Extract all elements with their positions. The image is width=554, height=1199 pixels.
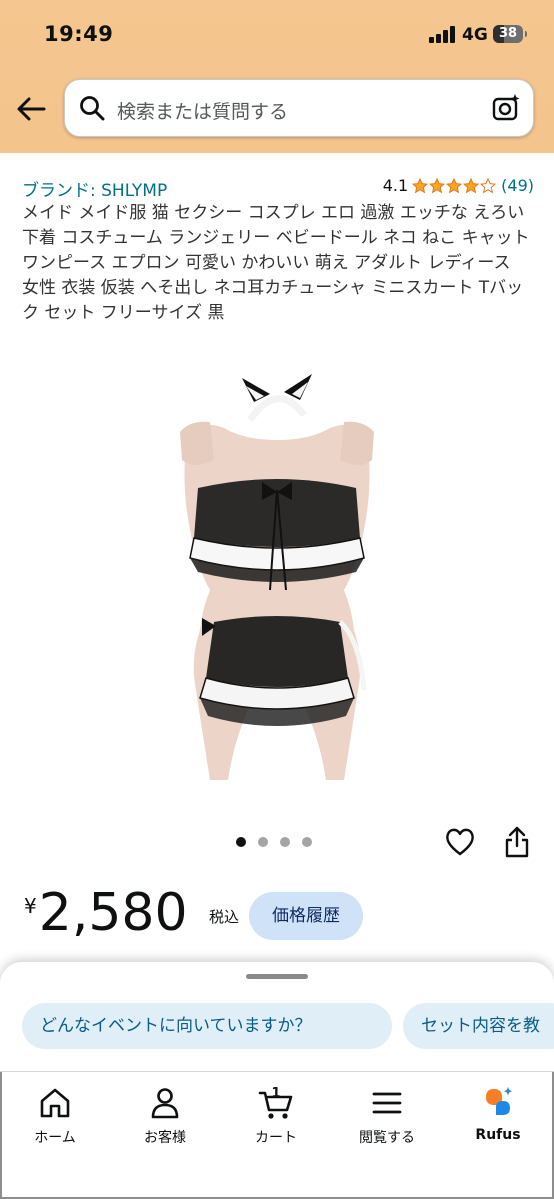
search-bar[interactable]: 検索または質問する [64, 79, 534, 137]
image-carousel-dots[interactable] [236, 837, 324, 847]
network-type: 4G [462, 25, 488, 45]
account-icon [151, 1088, 179, 1119]
menu-icon [372, 1092, 402, 1114]
star-icon [480, 177, 497, 193]
tab-rufus[interactable]: Rufus [443, 1085, 553, 1159]
tab-label: カート [255, 1130, 297, 1146]
carousel-dot[interactable] [258, 837, 268, 847]
bottom-tab-bar: ホーム お客様 1 カート 閲覧する Rufus [0, 1071, 554, 1199]
battery-icon: 38 [493, 25, 523, 43]
price-value: 2,580 [38, 883, 188, 943]
star-icon [446, 177, 463, 193]
tab-cart[interactable]: 1 カート [221, 1085, 331, 1159]
star-icon [412, 177, 429, 193]
carousel-dot[interactable] [302, 837, 312, 847]
tab-label: お客様 [144, 1130, 186, 1146]
rufus-icon [486, 1087, 512, 1115]
app-header: 19:49 4G 38 検索または質問する [0, 0, 554, 153]
product-title: メイド メイド服 猫 セクシー コスプレ エロ 過激 エッチな えろい 下着 コ… [22, 203, 530, 323]
carousel-dot[interactable] [236, 837, 246, 847]
back-arrow-icon [17, 97, 46, 121]
camera-search-icon[interactable] [491, 93, 521, 123]
tab-browse[interactable]: 閲覧する [332, 1085, 442, 1159]
tab-account[interactable]: お客様 [110, 1085, 220, 1159]
heart-icon[interactable] [444, 827, 476, 857]
cell-signal-icon [429, 26, 455, 43]
back-button[interactable] [14, 92, 48, 126]
brand-link[interactable]: ブランド: SHLYMP [22, 176, 167, 201]
price: ¥ 2,580 [24, 880, 188, 946]
star-icon [429, 177, 446, 193]
share-icon[interactable] [503, 826, 531, 858]
rufus-suggestion-chip[interactable]: セット内容を教 [403, 1003, 554, 1049]
battery-cap [525, 31, 527, 37]
search-icon[interactable] [79, 95, 105, 121]
search-input[interactable]: 検索または質問する [117, 97, 288, 124]
tab-label: 閲覧する [359, 1130, 415, 1146]
rufus-suggestion-chip[interactable]: どんなイベントに向いていますか？ [22, 1003, 392, 1049]
tab-label: Rufus [475, 1127, 521, 1143]
status-time: 19:49 [44, 22, 114, 46]
tax-included-label: 税込 [209, 908, 240, 926]
price-currency-symbol: ¥ [24, 894, 37, 918]
cart-count-badge: 1 [271, 1086, 281, 1101]
rating-stars [412, 177, 497, 194]
carousel-dot[interactable] [280, 837, 290, 847]
star-icon [463, 177, 480, 193]
rating-summary[interactable]: 4.1 (49) [383, 176, 534, 195]
rating-value: 4.1 [382, 176, 409, 195]
battery-level: 38 [498, 26, 518, 41]
tab-label: ホーム [34, 1130, 76, 1146]
home-icon [40, 1088, 70, 1118]
sheet-drag-handle[interactable] [246, 974, 308, 979]
product-image[interactable] [150, 360, 404, 790]
price-history-button[interactable]: 価格履歴 [249, 892, 363, 940]
rating-count[interactable]: (49) [501, 176, 534, 195]
tab-home[interactable]: ホーム [0, 1085, 110, 1159]
